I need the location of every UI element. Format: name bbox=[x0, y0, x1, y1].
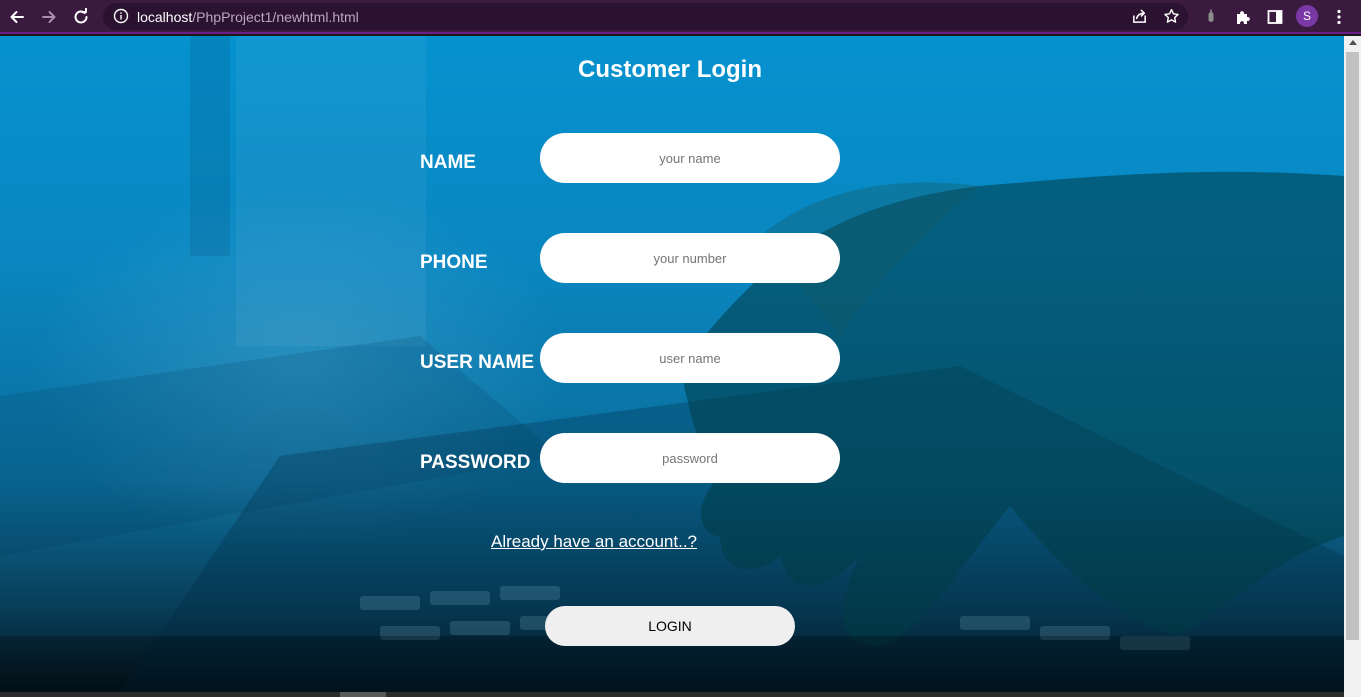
page-viewport: Customer Login NAME PHONE USER NAME PASS… bbox=[0, 36, 1344, 692]
vertical-scrollbar[interactable] bbox=[1344, 36, 1361, 697]
back-icon[interactable] bbox=[4, 4, 30, 30]
phone-field[interactable] bbox=[540, 233, 840, 283]
bookmark-star-icon[interactable] bbox=[1163, 8, 1180, 25]
name-label: NAME bbox=[420, 152, 476, 173]
puzzle-icon[interactable] bbox=[1230, 4, 1256, 30]
page-title: Customer Login bbox=[578, 56, 762, 83]
scroll-up-arrow-icon[interactable] bbox=[1349, 40, 1357, 45]
url-host: localhost bbox=[137, 9, 193, 25]
horizontal-scrollbar[interactable] bbox=[0, 692, 1344, 697]
site-info-icon[interactable] bbox=[113, 8, 129, 24]
profile-initial: S bbox=[1302, 9, 1311, 23]
side-panel-icon[interactable] bbox=[1262, 4, 1288, 30]
browser-toolbar: localhost/PhpProject1/newhtml.html S bbox=[0, 0, 1361, 34]
horizontal-scrollbar-thumb[interactable] bbox=[340, 692, 386, 697]
phone-label: PHONE bbox=[420, 252, 488, 273]
vertical-scrollbar-thumb[interactable] bbox=[1346, 52, 1359, 640]
forward-icon[interactable] bbox=[36, 4, 62, 30]
share-icon[interactable] bbox=[1131, 8, 1148, 25]
password-field[interactable] bbox=[540, 433, 840, 483]
already-have-account-link[interactable]: Already have an account..? bbox=[0, 532, 1188, 552]
password-label: PASSWORD bbox=[420, 452, 531, 473]
extension-icon[interactable] bbox=[1198, 4, 1224, 30]
name-field[interactable] bbox=[540, 133, 840, 183]
avatar[interactable]: S bbox=[1296, 5, 1318, 27]
login-button[interactable]: LOGIN bbox=[545, 606, 795, 646]
url-text[interactable]: localhost/PhpProject1/newhtml.html bbox=[137, 9, 359, 25]
reload-icon[interactable] bbox=[68, 4, 94, 30]
username-field[interactable] bbox=[540, 333, 840, 383]
url-path: /PhpProject1/newhtml.html bbox=[192, 9, 359, 25]
menu-icon[interactable] bbox=[1326, 4, 1352, 30]
username-label: USER NAME bbox=[420, 352, 535, 373]
address-bar[interactable]: localhost/PhpProject1/newhtml.html bbox=[103, 3, 1188, 30]
